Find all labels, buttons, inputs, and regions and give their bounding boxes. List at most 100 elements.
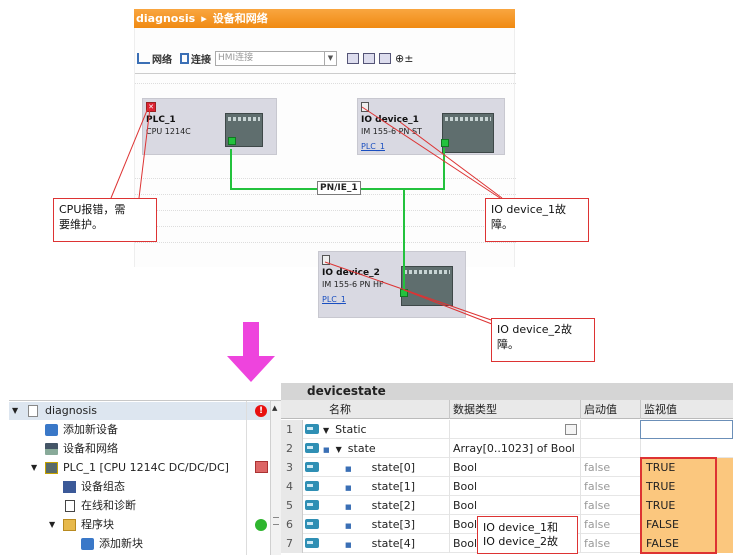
profinet-port[interactable] bbox=[441, 139, 449, 147]
io-modules bbox=[442, 113, 494, 153]
tree-item-device-config[interactable]: 设备组态 bbox=[9, 478, 281, 496]
cell-start[interactable]: false bbox=[580, 515, 640, 534]
profinet-port[interactable] bbox=[228, 137, 236, 145]
maintenance-error-icon: ✕ bbox=[146, 102, 156, 112]
header-rownum bbox=[281, 400, 303, 419]
cell-type[interactable]: Bool bbox=[449, 477, 580, 496]
table-row[interactable]: 1 ▼ Static bbox=[281, 420, 733, 439]
table-row[interactable]: 3 ■ state[0] Bool false TRUE bbox=[281, 458, 733, 477]
maintenance-error-icon bbox=[255, 461, 268, 473]
device-io-device-2[interactable]: IO device_2 IM 155-6 PN HF PLC_1 bbox=[318, 251, 466, 318]
callout-io1-fault: IO device_1故 障。 bbox=[485, 198, 589, 242]
cell-name[interactable]: ■ state[1] bbox=[323, 477, 449, 496]
cell-monitor[interactable]: TRUE bbox=[640, 458, 733, 477]
cell-start[interactable]: false bbox=[580, 534, 640, 553]
table-row[interactable]: 4 ■ state[1] Bool false TRUE bbox=[281, 477, 733, 496]
cell-type[interactable] bbox=[449, 420, 580, 439]
overview-icon[interactable] bbox=[347, 52, 359, 64]
cell-name[interactable]: ■ state[4] bbox=[323, 534, 449, 553]
device-name: PLC_1 bbox=[146, 115, 176, 125]
cell-name[interactable]: ■ state[0] bbox=[323, 458, 449, 477]
cell-start[interactable]: false bbox=[580, 458, 640, 477]
tree-item-add-device[interactable]: 添加新设备 bbox=[9, 421, 281, 439]
list-icon[interactable] bbox=[565, 424, 577, 435]
scroll-up-icon[interactable]: ▲ bbox=[272, 404, 277, 412]
twisty-icon[interactable]: ▼ bbox=[336, 445, 342, 454]
bullet-icon: ■ bbox=[323, 446, 330, 454]
db-title: devicestate bbox=[281, 383, 733, 400]
cell-monitor[interactable] bbox=[640, 420, 733, 439]
twisty-icon[interactable]: ▼ bbox=[323, 426, 329, 435]
tree-item-diagnosis[interactable]: ▼ diagnosis bbox=[9, 402, 281, 420]
cell-monitor[interactable]: TRUE bbox=[640, 477, 733, 496]
profinet-port[interactable] bbox=[400, 289, 408, 297]
hmi-connection-select[interactable]: HMI连接 ▼ bbox=[215, 50, 337, 66]
header-start[interactable]: 启动值 bbox=[580, 400, 640, 419]
callout-text: IO device_2故 bbox=[483, 535, 559, 548]
device-plc-1[interactable]: ✕ PLC_1 CPU 1214C bbox=[142, 98, 277, 155]
db-tag-icon bbox=[305, 515, 321, 534]
cell-name-text: state bbox=[347, 442, 376, 455]
grid-line bbox=[135, 83, 516, 84]
cell-name-text: state[2] bbox=[371, 499, 416, 512]
zoom-icon[interactable]: ⊕± bbox=[395, 52, 413, 65]
twisty-icon[interactable]: ▼ bbox=[12, 402, 18, 420]
tree-item-program-blocks[interactable]: ▼ 程序块 bbox=[9, 516, 281, 534]
twisty-icon[interactable]: ▼ bbox=[31, 459, 37, 477]
device-controller-link[interactable]: PLC_1 bbox=[322, 295, 346, 304]
breadcrumb: diagnosis ▸ 设备和网络 bbox=[134, 9, 515, 28]
tree-scrollbar[interactable]: ▲ bbox=[270, 401, 281, 555]
cell-name[interactable]: ■ state[2] bbox=[323, 496, 449, 515]
tree-status-column: ! bbox=[246, 401, 270, 555]
callout-text: CPU报错，需 bbox=[59, 203, 126, 216]
cell-type[interactable]: Array[0..1023] of Bool bbox=[449, 439, 580, 458]
cell-name[interactable]: ■ state[3] bbox=[323, 515, 449, 534]
cell-name-text: state[1] bbox=[371, 480, 416, 493]
relations-icon[interactable] bbox=[363, 52, 375, 64]
device-controller-link[interactable]: PLC_1 bbox=[361, 142, 385, 151]
cell-type[interactable]: Bool bbox=[449, 496, 580, 515]
cell-name[interactable]: ▼ Static bbox=[323, 420, 449, 439]
callout-text: IO device_1和 bbox=[483, 521, 559, 534]
tree-item-plc-1[interactable]: ▼ PLC_1 [CPU 1214C DC/DC/DC] bbox=[9, 459, 281, 477]
cell-start[interactable] bbox=[580, 420, 640, 439]
twisty-icon[interactable]: ▼ bbox=[49, 516, 55, 534]
splitter-grip-icon[interactable] bbox=[273, 517, 279, 525]
cell-name[interactable]: ■ ▼ state bbox=[323, 439, 449, 458]
table-row[interactable]: 2 ■ ▼ state Array[0..1023] of Bool bbox=[281, 439, 733, 458]
tree-item-label: 添加新设备 bbox=[63, 423, 118, 436]
header-monitor[interactable]: 监视值 bbox=[640, 400, 733, 419]
header-type[interactable]: 数据类型 bbox=[449, 400, 580, 419]
cell-start[interactable]: false bbox=[580, 477, 640, 496]
cell-start[interactable]: false bbox=[580, 496, 640, 515]
table-row[interactable]: 5 ■ state[2] Bool false TRUE bbox=[281, 496, 733, 515]
tree-item-devices-networks[interactable]: 设备和网络 bbox=[9, 440, 281, 458]
chevron-down-icon[interactable]: ▼ bbox=[324, 51, 336, 65]
cell-monitor[interactable]: FALSE bbox=[640, 515, 733, 534]
tree-item-label: 在线和诊断 bbox=[81, 499, 136, 512]
cell-name-text: state[3] bbox=[371, 518, 416, 531]
subnet-label[interactable]: PN/IE_1 bbox=[317, 181, 361, 195]
table-view-icon[interactable] bbox=[379, 52, 391, 64]
tree-item-add-block[interactable]: 添加新块 bbox=[9, 535, 281, 553]
breadcrumb-project[interactable]: diagnosis bbox=[136, 12, 195, 25]
cell-monitor[interactable] bbox=[640, 439, 733, 458]
cell-start[interactable] bbox=[580, 439, 640, 458]
header-name[interactable]: 名称 bbox=[323, 400, 449, 419]
device-io-device-1[interactable]: IO device_1 IM 155-6 PN ST PLC_1 bbox=[357, 98, 505, 155]
cell-type[interactable]: Bool bbox=[449, 458, 580, 477]
network-icon bbox=[45, 443, 58, 455]
connections-button[interactable]: 连接 bbox=[180, 51, 211, 66]
cell-name-text: Static bbox=[335, 423, 367, 436]
cell-monitor[interactable]: FALSE bbox=[640, 534, 733, 553]
io-device-icon bbox=[361, 102, 369, 112]
tree-item-label: PLC_1 [CPU 1214C DC/DC/DC] bbox=[63, 461, 229, 474]
cell-monitor[interactable]: TRUE bbox=[640, 496, 733, 515]
tree-item-label: 程序块 bbox=[81, 518, 114, 531]
network-button-label: 网络 bbox=[152, 54, 172, 66]
tree-item-online-diagnostics[interactable]: 在线和诊断 bbox=[9, 497, 281, 515]
db-tag-icon bbox=[305, 477, 321, 496]
callout-text: 障。 bbox=[497, 338, 519, 351]
network-button[interactable]: 网络 bbox=[137, 51, 172, 66]
connections-button-label: 连接 bbox=[191, 54, 211, 66]
